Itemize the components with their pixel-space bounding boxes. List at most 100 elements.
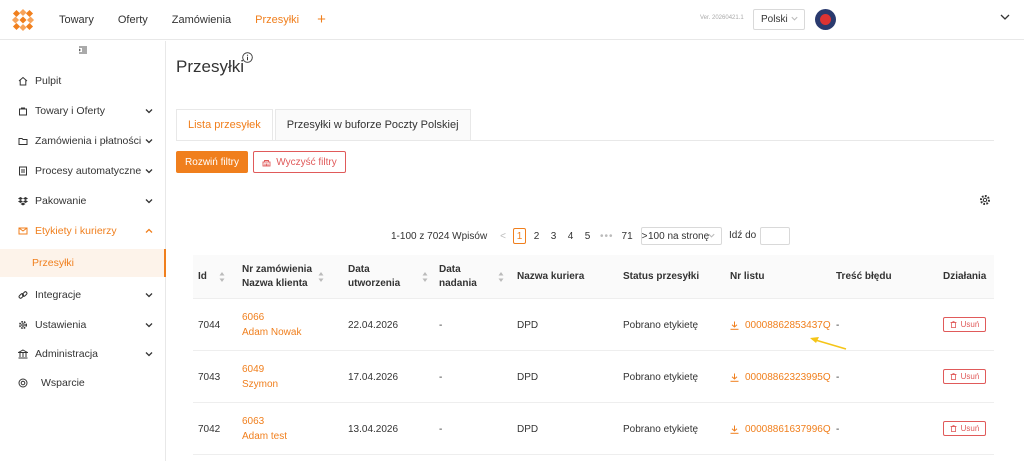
- sidebar-item-administracja[interactable]: Administracja: [0, 340, 166, 368]
- order-link[interactable]: 6049: [242, 362, 264, 377]
- sort-icon[interactable]: [318, 271, 324, 283]
- clear-filters-label: Wyczyść filtry: [276, 156, 337, 168]
- sidebar-item-etykiety[interactable]: Etykiety i kurierzy: [0, 217, 166, 245]
- bag-icon: [18, 106, 28, 116]
- cell-created: 17.04.2026: [348, 371, 399, 383]
- page-2-button[interactable]: 2: [530, 228, 543, 244]
- tracking-link[interactable]: 00008862323995Q: [730, 372, 831, 383]
- download-icon: [730, 321, 739, 330]
- cell-error: -: [836, 423, 840, 435]
- trash-icon: [950, 425, 957, 432]
- delete-button[interactable]: Usuń: [943, 369, 986, 384]
- nav-towary[interactable]: Towary: [59, 14, 94, 26]
- col-actions: Działania: [943, 271, 987, 282]
- tracking-number: 00008862853437Q: [745, 319, 831, 331]
- tracking-link[interactable]: 00008861637996Q: [730, 424, 831, 435]
- pagination: 1-100 z 7024 Wpisów < 1 2 3 4 5 ••• 71 >: [391, 227, 653, 245]
- chevron-down-icon: [790, 14, 799, 25]
- tab-lista-przesylek[interactable]: Lista przesyłek: [176, 109, 273, 141]
- page-last-button[interactable]: 71: [620, 228, 635, 244]
- col-id: Id: [198, 271, 207, 282]
- page-3-button[interactable]: 3: [547, 228, 560, 244]
- sort-icon[interactable]: [422, 271, 428, 283]
- chevron-down-icon: [144, 320, 154, 330]
- sidebar-item-towary[interactable]: Towary i Oferty: [0, 97, 166, 125]
- sidebar-item-integracje[interactable]: Integracje: [0, 281, 166, 309]
- tracking-link[interactable]: 00008862853437Q: [730, 320, 831, 331]
- page-5-button[interactable]: 5: [581, 228, 594, 244]
- order-link[interactable]: 6063: [242, 414, 264, 429]
- language-value: Polski: [761, 14, 788, 25]
- globe-icon: [18, 378, 28, 388]
- chevron-down-icon: [144, 106, 154, 116]
- table-row: 7044 6066 Adam Nowak 22.04.2026 - DPD Po…: [193, 299, 994, 351]
- expand-filters-button[interactable]: Rozwiń filtry: [176, 151, 248, 173]
- tracking-number: 00008862323995Q: [745, 371, 831, 383]
- order-link[interactable]: 6066: [242, 310, 264, 325]
- folder-icon: [18, 136, 28, 146]
- trash-icon: [950, 373, 957, 380]
- per-page-select[interactable]: 100 na stronę: [641, 227, 722, 245]
- pagination-total: 1-100 z 7024 Wpisów: [391, 230, 488, 242]
- menu-fold-icon[interactable]: [78, 45, 88, 55]
- cell-status: Pobrano etykietę: [623, 319, 699, 331]
- sidebar-subitem-przesylki[interactable]: Przesyłki: [0, 249, 166, 277]
- goto-page-input[interactable]: [760, 227, 790, 245]
- tabs: Lista przesyłek Przesyłki w buforze Pocz…: [176, 109, 473, 141]
- goto-label: Idź do: [729, 230, 757, 241]
- add-tab-button[interactable]: +: [317, 11, 326, 28]
- sidebar-item-label: Pakowanie: [35, 195, 87, 207]
- nav-zamowienia[interactable]: Zamówienia: [172, 14, 231, 26]
- tab-bufor-poczty[interactable]: Przesyłki w buforze Poczty Polskiej: [274, 109, 471, 141]
- chevron-down-icon: [707, 231, 716, 242]
- delete-label: Usuń: [960, 424, 980, 433]
- tabs-divider: [176, 140, 994, 141]
- download-icon: [730, 425, 739, 434]
- sidebar-item-pulpit[interactable]: Pulpit: [0, 67, 166, 95]
- language-select[interactable]: Polski: [753, 9, 805, 30]
- per-page-value: 100 na stronę: [648, 230, 710, 242]
- delete-button[interactable]: Usuń: [943, 317, 986, 332]
- link-icon: [18, 290, 28, 300]
- sidebar-item-wsparcie[interactable]: Wsparcie: [0, 369, 166, 397]
- col-sent: Data nadania: [439, 255, 477, 299]
- cell-courier: DPD: [517, 423, 539, 435]
- page-4-button[interactable]: 4: [564, 228, 577, 244]
- cell-courier: DPD: [517, 319, 539, 331]
- sort-icon[interactable]: [498, 271, 504, 283]
- chevron-down-icon[interactable]: [999, 11, 1011, 23]
- cell-tracking: 00008861637996Q: [730, 403, 831, 455]
- sidebar-item-zamowienia[interactable]: Zamówienia i płatności: [0, 127, 166, 155]
- gear-icon: [18, 320, 28, 330]
- more-pages-icon[interactable]: •••: [600, 231, 614, 242]
- chevron-down-icon: [144, 349, 154, 359]
- chevron-down-icon: [144, 166, 154, 176]
- bank-icon: [18, 349, 28, 359]
- delete-button[interactable]: Usuń: [943, 421, 986, 436]
- mail-icon: [18, 226, 28, 236]
- brand-logo-icon[interactable]: [11, 8, 35, 32]
- col-created: Data utworzenia: [348, 255, 400, 299]
- client-link[interactable]: Adam test: [242, 429, 287, 444]
- process-icon: [18, 166, 28, 176]
- cell-status: Pobrano etykietę: [623, 423, 699, 435]
- chevron-down-icon: [144, 196, 154, 206]
- info-icon[interactable]: [242, 52, 253, 63]
- chevron-left-icon[interactable]: <: [500, 231, 506, 242]
- sidebar: Pulpit Towary i Oferty Zamówienia i płat…: [0, 41, 166, 461]
- sort-icon[interactable]: [219, 271, 225, 283]
- sidebar-item-label: Procesy automatyczne: [35, 165, 142, 177]
- sidebar-item-pakowanie[interactable]: Pakowanie: [0, 187, 166, 215]
- page-1-button[interactable]: 1: [513, 228, 527, 244]
- sidebar-item-procesy[interactable]: Procesy automatyczne: [0, 157, 166, 185]
- clear-filters-button[interactable]: Wyczyść filtry: [253, 151, 346, 173]
- dropbox-icon: [18, 196, 28, 206]
- table-settings-gear-icon[interactable]: [979, 194, 991, 206]
- client-link[interactable]: Szymon: [242, 377, 278, 392]
- cell-tracking: 00008862323995Q: [730, 351, 831, 403]
- sidebar-item-ustawienia[interactable]: Ustawienia: [0, 311, 166, 339]
- avatar[interactable]: [815, 9, 836, 30]
- nav-przesylki[interactable]: Przesyłki: [255, 14, 299, 26]
- nav-oferty[interactable]: Oferty: [118, 14, 148, 26]
- client-link[interactable]: Adam Nowak: [242, 325, 301, 340]
